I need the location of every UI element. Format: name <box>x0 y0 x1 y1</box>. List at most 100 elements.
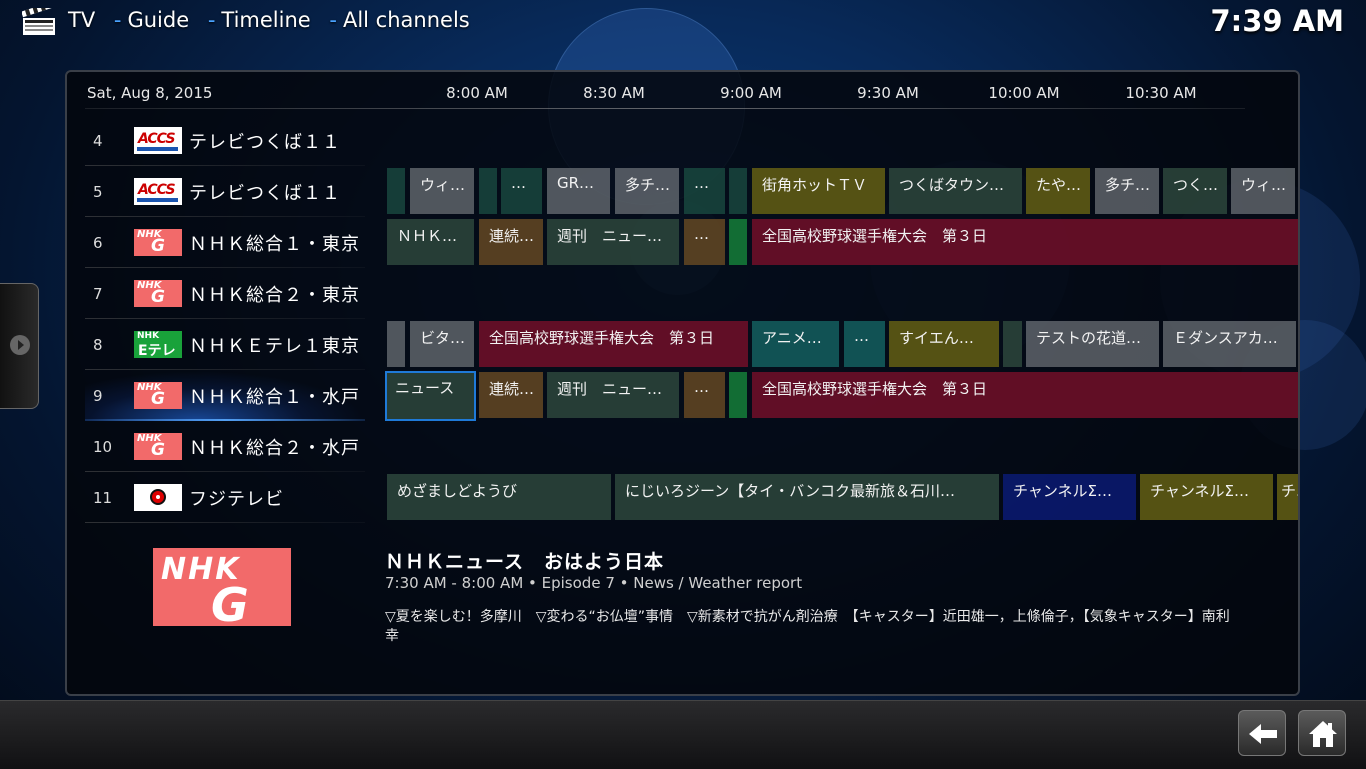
time-slot-label: 9:00 AM <box>720 84 782 102</box>
nhk-g-logo-large: NHK G <box>153 548 291 632</box>
accs-logo: ACCS <box>134 127 182 154</box>
channel-row[interactable]: 10 NHK G ＮＨＫ総合２・水戸 <box>85 422 365 472</box>
guide-date: Sat, Aug 8, 2015 <box>87 84 213 102</box>
program-cell-focused[interactable]: ニュース <box>385 371 476 421</box>
program-cell[interactable]: 週刊 ニュー… <box>547 372 679 418</box>
channel-number: 11 <box>93 489 113 507</box>
header-divider <box>85 108 1245 109</box>
channel-name: フジテレビ <box>189 489 284 510</box>
channel-row[interactable]: 5 ACCS テレビつくば１１ <box>85 167 365 217</box>
channel-row[interactable]: 8 NHK Eテレ ＮＨＫＥテレ１東京 <box>85 320 365 370</box>
program-cell[interactable]: 週刊 ニュー… <box>547 219 679 265</box>
time-slot-label: 8:00 AM <box>446 84 508 102</box>
nhk-g-logo: NHK G <box>134 433 182 460</box>
program-cell[interactable] <box>729 219 747 265</box>
program-cell[interactable]: つくばタウン… <box>889 168 1022 214</box>
breadcrumb: TV - Guide - Timeline - All channels <box>68 8 476 32</box>
channel-name: ＮＨＫＥテレ１東京 <box>189 336 360 357</box>
program-cell[interactable] <box>387 321 405 367</box>
program-cell[interactable]: 多チ… <box>1095 168 1159 214</box>
program-cell[interactable]: チャンネルΣ… <box>1003 474 1136 520</box>
program-cell[interactable]: にじいろジーン【タイ・バンコク最新旅＆石川… <box>615 474 999 520</box>
epg-panel: Sat, Aug 8, 2015 8:00 AM 8:30 AM 9:00 AM… <box>65 70 1300 696</box>
program-cell[interactable]: GR… <box>547 168 610 214</box>
home-button[interactable] <box>1298 710 1346 756</box>
program-cell[interactable]: ＮＨＫ… <box>387 219 474 265</box>
clock: 7:39 AM <box>1210 4 1344 38</box>
program-cell[interactable] <box>729 372 747 418</box>
program-cell[interactable] <box>729 168 747 214</box>
program-description: ▽夏を楽しむ！多摩川 ▽変わる“お仏壇”事情 ▽新素材で抗がん剤治療 【キャスタ… <box>385 609 1230 644</box>
program-cell[interactable]: チ <box>1277 474 1298 520</box>
channel-name: ＮＨＫ総合２・水戸 <box>189 438 360 459</box>
time-slot-label: 10:30 AM <box>1125 84 1197 102</box>
nhk-g-logo: NHK G <box>134 382 182 409</box>
program-cell[interactable]: すイエん… <box>889 321 999 367</box>
breadcrumb-separator: - <box>207 8 216 32</box>
program-cell[interactable]: ビタ… <box>410 321 474 367</box>
program-cell[interactable]: チャンネルΣ… <box>1140 474 1273 520</box>
program-cell[interactable]: 多チ… <box>615 168 679 214</box>
program-cell[interactable]: … <box>684 168 725 214</box>
logo-letter: G <box>151 440 165 460</box>
channel-row[interactable]: 11 フジテレビ <box>85 473 365 523</box>
channel-name: テレビつくば１１ <box>189 183 341 204</box>
channel-number: 7 <box>93 285 103 303</box>
channel-name: ＮＨＫ総合１・水戸 <box>189 387 360 408</box>
clapperboard-icon <box>22 8 55 35</box>
time-slot-label: 10:00 AM <box>988 84 1060 102</box>
back-button[interactable] <box>1238 710 1286 756</box>
home-icon <box>1309 721 1337 747</box>
program-cell[interactable] <box>387 168 405 214</box>
channel-name: ＮＨＫ総合１・東京 <box>189 234 360 255</box>
program-cell[interactable]: … <box>501 168 542 214</box>
program-cell[interactable]: 街角ホットＴＶ <box>752 168 885 214</box>
program-cell[interactable]: … <box>684 372 725 418</box>
program-cell[interactable]: めざましどようび <box>387 474 611 520</box>
channel-number: 8 <box>93 336 103 354</box>
program-meta: 7:30 AM - 8:00 AM • Episode 7 • News / W… <box>385 574 803 592</box>
program-title: ＮＨＫニュース おはよう日本 <box>385 551 665 573</box>
channel-row-selected[interactable]: 9 NHK G ＮＨＫ総合１・水戸 <box>85 371 365 421</box>
program-cell[interactable]: 全国高校野球選手権大会 第３日 <box>479 321 748 367</box>
channel-name: テレビつくば１１ <box>189 132 341 153</box>
channel-row[interactable]: 6 NHK G ＮＨＫ総合１・東京 <box>85 218 365 268</box>
breadcrumb-tv[interactable]: TV <box>68 8 95 32</box>
logo-letter: Eテレ <box>138 343 176 359</box>
program-cell[interactable]: 全国高校野球選手権大会 第３日 <box>752 372 1298 418</box>
breadcrumb-all-channels[interactable]: All channels <box>343 8 470 32</box>
nhk-g-logo: NHK G <box>134 229 182 256</box>
channel-row[interactable]: 4 ACCS テレビつくば１１ <box>85 116 365 166</box>
channel-row[interactable]: 7 NHK G ＮＨＫ総合２・東京 <box>85 269 365 319</box>
program-cell[interactable]: 連続… <box>479 372 543 418</box>
program-cell[interactable]: つく… <box>1163 168 1227 214</box>
program-cell[interactable]: 全国高校野球選手権大会 第３日 <box>752 219 1298 265</box>
program-cell[interactable]: ウィ… <box>410 168 474 214</box>
program-cell[interactable]: アニメ… <box>752 321 839 367</box>
channel-name: ＮＨＫ総合２・東京 <box>189 285 360 306</box>
program-cell[interactable] <box>479 168 497 214</box>
program-cell[interactable]: テストの花道… <box>1026 321 1159 367</box>
header-bar: TV - Guide - Timeline - All channels 7:39 A… <box>0 0 1366 44</box>
program-cell[interactable] <box>1003 321 1022 367</box>
breadcrumb-timeline[interactable]: Timeline <box>221 8 310 32</box>
program-cell[interactable]: … <box>684 219 725 265</box>
channel-number: 10 <box>93 438 113 456</box>
channel-number: 5 <box>93 183 103 201</box>
nhk-g-logo: NHK G <box>134 280 182 307</box>
fuji-tv-logo <box>134 484 182 511</box>
program-cell[interactable]: … <box>844 321 885 367</box>
time-slot-label: 9:30 AM <box>857 84 919 102</box>
logo-letter: G <box>151 287 165 307</box>
program-cell[interactable]: Ｅダンスアカ… <box>1163 321 1296 367</box>
side-menu-arrow-icon <box>10 335 30 355</box>
bottom-bar <box>0 700 1366 769</box>
logo-text: ACCS <box>138 131 176 147</box>
breadcrumb-guide[interactable]: Guide <box>127 8 189 32</box>
program-cell[interactable]: 連続… <box>479 219 543 265</box>
program-cell[interactable]: たや… <box>1026 168 1090 214</box>
channel-number: 9 <box>93 387 103 405</box>
logo-letter: G <box>151 236 165 256</box>
side-menu-tab[interactable] <box>0 283 39 409</box>
program-cell[interactable]: ウィ… <box>1231 168 1295 214</box>
